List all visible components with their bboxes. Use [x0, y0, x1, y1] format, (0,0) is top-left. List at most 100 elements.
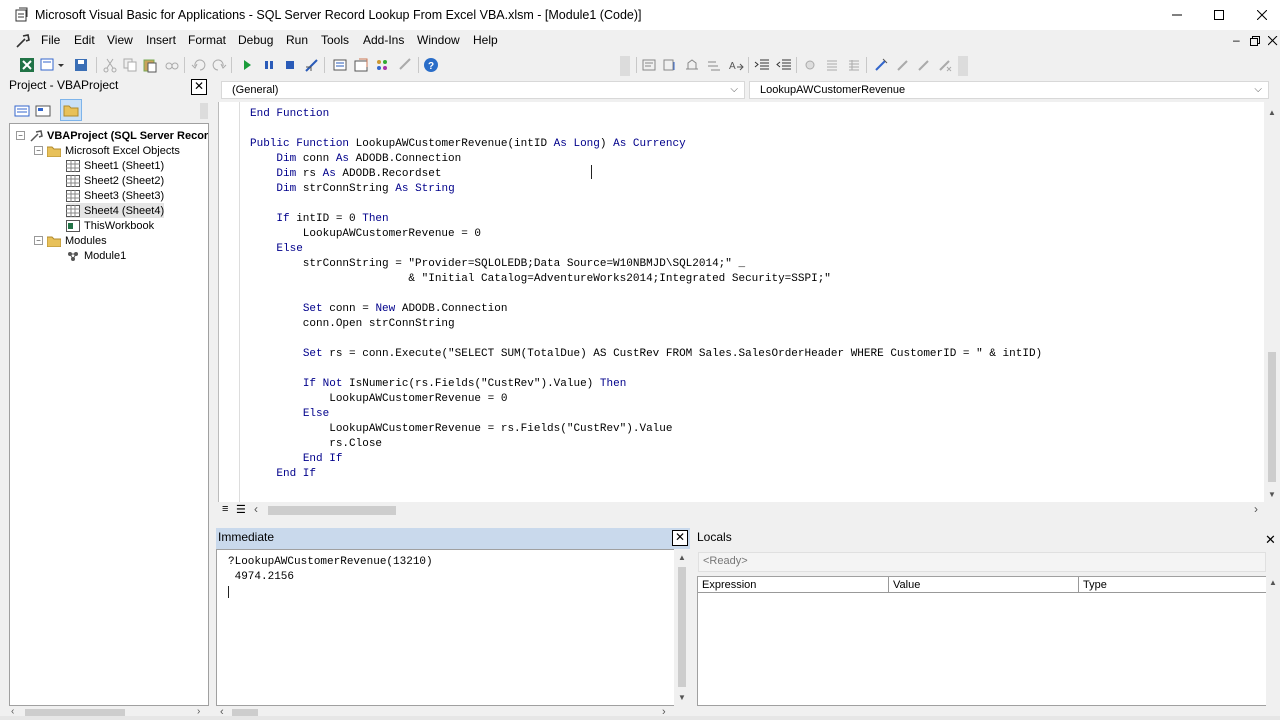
code-line[interactable]: LookupAWCustomerRevenue = 0 [250, 227, 1042, 242]
code-line[interactable] [250, 332, 1042, 347]
project-close-icon[interactable]: ✕ [191, 79, 207, 95]
collapse-icon[interactable]: − [34, 236, 43, 245]
scroll-down-icon[interactable]: ▼ [678, 693, 686, 702]
project-tree[interactable]: − VBAProject (SQL Server Recor − Microso… [9, 123, 209, 706]
immediate-vertical-scrollbar[interactable]: ▲ ▼ [674, 549, 690, 706]
immediate-close-icon[interactable]: ✕ [672, 530, 688, 546]
toolbar-overflow-icon[interactable] [620, 56, 630, 76]
close-button[interactable] [1240, 0, 1280, 30]
tool-icon[interactable] [14, 33, 32, 49]
collapse-icon[interactable]: − [16, 131, 25, 140]
menu-edit[interactable]: Edit [74, 33, 95, 47]
procedure-view-icon[interactable]: ≡ [222, 503, 228, 515]
tree-node-sheet2[interactable]: Sheet2 (Sheet2) [66, 173, 164, 188]
code-line[interactable]: & "Initial Catalog=AdventureWorks2014;In… [250, 272, 1042, 287]
scroll-thumb[interactable] [678, 567, 686, 687]
scroll-left-icon[interactable]: ‹ [254, 502, 258, 516]
run-icon[interactable] [237, 55, 257, 75]
comment-block-icon[interactable] [822, 55, 842, 75]
save-icon[interactable] [71, 55, 91, 75]
mdi-minimize-icon[interactable]: – [1233, 33, 1240, 47]
code-vertical-scrollbar[interactable]: ▲ ▼ [1264, 102, 1280, 502]
tree-node-module1[interactable]: Module1 [66, 248, 126, 263]
code-line[interactable]: conn.Open strConnString [250, 317, 1042, 332]
reset-icon[interactable] [280, 55, 300, 75]
object-browser-icon[interactable] [372, 55, 392, 75]
full-module-view-icon[interactable]: ☰ [236, 503, 246, 516]
code-line[interactable]: strConnString = "Provider=SQLOLEDB;Data … [250, 257, 1042, 272]
tree-node-sheet1[interactable]: Sheet1 (Sheet1) [66, 158, 164, 173]
mdi-restore-icon[interactable] [1250, 36, 1260, 46]
break-icon[interactable] [259, 55, 279, 75]
properties-window-icon[interactable] [351, 55, 371, 75]
scroll-thumb[interactable] [268, 506, 396, 515]
undo-icon[interactable] [189, 55, 209, 75]
code-line[interactable] [250, 197, 1042, 212]
toggle-breakpoint-icon[interactable] [800, 55, 820, 75]
next-bookmark-icon[interactable] [893, 55, 913, 75]
menu-file[interactable]: File [41, 33, 60, 47]
menu-help[interactable]: Help [473, 33, 498, 47]
indent-icon[interactable] [752, 55, 772, 75]
view-object-icon[interactable] [33, 101, 53, 121]
code-line[interactable]: If intID = 0 Then [250, 212, 1042, 227]
tree-node-sheet3[interactable]: Sheet3 (Sheet3) [66, 188, 164, 203]
toggle-folders-icon[interactable] [60, 99, 82, 121]
code-line[interactable]: If Not IsNumeric(rs.Fields("CustRev").Va… [250, 377, 1042, 392]
code-line[interactable]: Dim conn As ADODB.Connection [250, 152, 1042, 167]
redo-icon[interactable] [209, 55, 229, 75]
tree-node-vbaproject[interactable]: − VBAProject (SQL Server Recor [16, 128, 208, 143]
dropdown-arrow-icon[interactable] [56, 55, 66, 75]
tree-node-sheet4[interactable]: Sheet4 (Sheet4) [66, 203, 165, 218]
code-line[interactable] [250, 122, 1042, 137]
cut-icon[interactable] [100, 55, 120, 75]
code-line[interactable]: End Function [250, 107, 1042, 122]
immediate-window[interactable]: ?LookupAWCustomerRevenue(13210) 4974.215… [216, 549, 690, 706]
menu-debug[interactable]: Debug [238, 33, 273, 47]
toolbar-overflow-icon[interactable] [958, 56, 968, 76]
code-line[interactable] [250, 362, 1042, 377]
quick-info-icon[interactable] [682, 55, 702, 75]
menu-tools[interactable]: Tools [321, 33, 349, 47]
tree-node-thisworkbook[interactable]: ThisWorkbook [66, 218, 154, 233]
menu-view[interactable]: View [107, 33, 133, 47]
excel-view-icon[interactable] [17, 55, 37, 75]
parameter-info-icon[interactable] [704, 55, 724, 75]
list-constants-icon[interactable] [660, 55, 680, 75]
help-icon[interactable]: ? [421, 55, 441, 75]
locals-vertical-scrollbar[interactable]: ▲ [1266, 576, 1280, 720]
immediate-line[interactable]: ?LookupAWCustomerRevenue(13210) [228, 555, 433, 570]
toggle-bookmark-icon[interactable] [871, 55, 891, 75]
scroll-thumb[interactable] [1268, 352, 1276, 482]
tree-node-excel-objects[interactable]: − Microsoft Excel Objects [34, 143, 180, 158]
minimize-button[interactable] [1155, 0, 1199, 30]
menu-run[interactable]: Run [286, 33, 308, 47]
menu-add-ins[interactable]: Add-Ins [363, 33, 404, 47]
code-line[interactable]: Dim strConnString As String [250, 182, 1042, 197]
code-line[interactable]: Public Function LookupAWCustomerRevenue(… [250, 137, 1042, 152]
maximize-button[interactable] [1197, 0, 1241, 30]
clear-bookmarks-icon[interactable] [935, 55, 955, 75]
collapse-icon[interactable]: − [34, 146, 43, 155]
complete-word-icon[interactable]: A [726, 55, 746, 75]
scroll-down-icon[interactable]: ▼ [1268, 490, 1276, 499]
code-line[interactable]: Dim rs As ADODB.Recordset [250, 167, 1042, 182]
scroll-right-icon[interactable]: › [1254, 502, 1258, 516]
scroll-up-icon[interactable]: ▲ [1269, 578, 1277, 587]
code-editor[interactable]: End Function Public Function LookupAWCus… [218, 102, 1268, 502]
code-line[interactable]: Set conn = New ADODB.Connection [250, 302, 1042, 317]
previous-bookmark-icon[interactable] [914, 55, 934, 75]
immediate-line[interactable]: 4974.2156 [228, 570, 433, 585]
code-line[interactable]: End If [250, 452, 1042, 467]
insert-module-icon[interactable] [38, 55, 58, 75]
paste-icon[interactable] [140, 55, 160, 75]
code-line[interactable] [250, 287, 1042, 302]
code-margin[interactable] [219, 102, 240, 502]
menu-insert[interactable]: Insert [146, 33, 176, 47]
code-lines[interactable]: End Function Public Function LookupAWCus… [250, 107, 1042, 482]
menu-format[interactable]: Format [188, 33, 226, 47]
view-code-icon[interactable] [12, 101, 32, 121]
code-line[interactable]: rs.Close [250, 437, 1042, 452]
toolbox-icon[interactable] [395, 55, 415, 75]
code-line[interactable]: Else [250, 407, 1042, 422]
